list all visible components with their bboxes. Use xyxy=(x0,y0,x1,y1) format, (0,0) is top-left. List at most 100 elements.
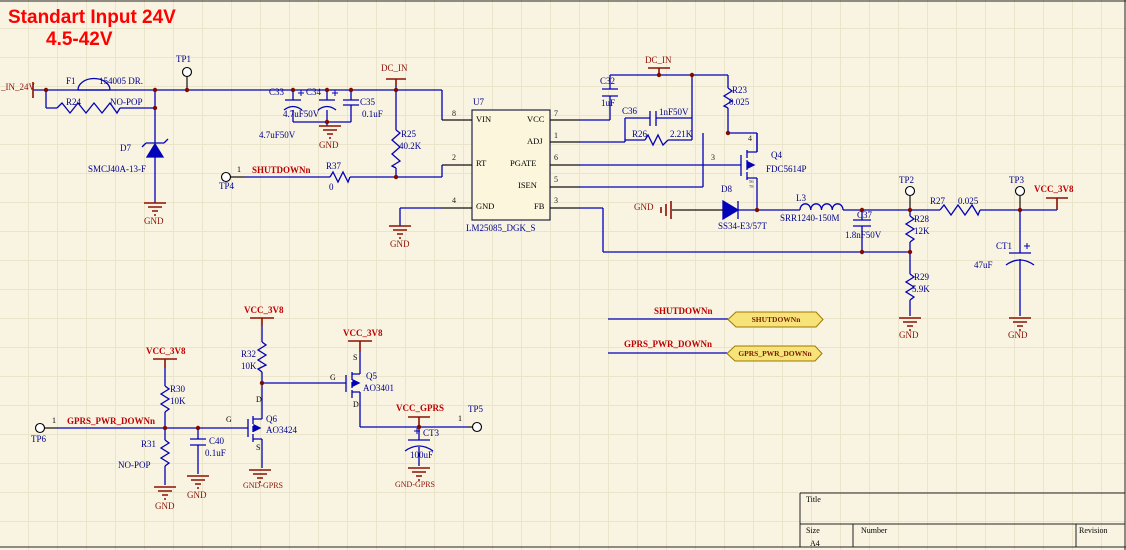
tp2-label[interactable]: TP2 xyxy=(899,176,914,185)
r32-value[interactable]: 10K xyxy=(241,362,257,371)
c34-value[interactable]: 4.7uF50V xyxy=(283,110,319,119)
d8-ref[interactable]: D8 xyxy=(721,185,732,194)
gnd-gprs-ct3-label[interactable]: GND-GPRS xyxy=(395,481,435,489)
d7-ref[interactable]: D7 xyxy=(120,144,131,153)
shutdown-net-label-1[interactable]: SHUTDOWNn xyxy=(252,166,311,175)
q4-gate-pin-number: 3 xyxy=(711,153,715,162)
r25-ref[interactable]: R25 xyxy=(401,130,416,139)
c34-ref[interactable]: C34 xyxy=(306,88,321,97)
gnd-gprs-q6-label[interactable]: GND-GPRS xyxy=(243,482,283,490)
u7-ref[interactable]: U7 xyxy=(473,98,484,107)
input-net-label[interactable]: _IN_24V xyxy=(1,83,35,92)
schematic-sheet[interactable]: Standart Input 24V 4.5-42V _IN_24V F1 15… xyxy=(0,0,1126,550)
q6-part[interactable]: AO3424 xyxy=(266,426,297,435)
gnd-c40-label[interactable]: GND xyxy=(187,491,207,500)
u7-part[interactable]: LM25085_DGK_S xyxy=(466,224,536,233)
r28-value[interactable]: 12K xyxy=(914,227,930,236)
r32-ref[interactable]: R32 xyxy=(241,350,256,359)
gnd-ct1-symbol xyxy=(1009,317,1031,331)
r28-ref[interactable]: R28 xyxy=(914,215,929,224)
vcc3v8-r32-label[interactable]: VCC_3V8 xyxy=(244,306,284,315)
d7-value[interactable]: SMCJ40A-13-F xyxy=(88,165,146,174)
gnd-r31-label[interactable]: GND xyxy=(155,502,175,511)
r29-ref[interactable]: R29 xyxy=(914,273,929,282)
q5-part[interactable]: AO3401 xyxy=(363,384,394,393)
c36-ref[interactable]: C36 xyxy=(622,107,637,116)
q4-part[interactable]: FDC5614P xyxy=(766,165,807,174)
c37-value[interactable]: 1.8nF50V xyxy=(845,231,881,240)
c35-ref[interactable]: C35 xyxy=(360,98,375,107)
gnd-caps-label[interactable]: GND xyxy=(319,141,339,150)
tp5-label[interactable]: TP5 xyxy=(468,405,483,414)
q6-ref[interactable]: Q6 xyxy=(266,415,277,424)
r27-value[interactable]: 0.025 xyxy=(958,197,978,206)
r26-ref[interactable]: R26 xyxy=(632,130,647,139)
cap-c32-symbol xyxy=(602,88,618,97)
ct1-value[interactable]: 47uF xyxy=(974,261,993,270)
r31-value[interactable]: NO-POP xyxy=(118,461,151,470)
d8-value[interactable]: SS34-E3/57T xyxy=(718,222,767,231)
r29-value[interactable]: 5.9K xyxy=(912,285,930,294)
dcin1-label[interactable]: DC_IN xyxy=(381,64,408,73)
l3-value[interactable]: SRR1240-150M xyxy=(780,214,840,223)
vcc3v8-out-label[interactable]: VCC_3V8 xyxy=(1034,185,1074,194)
r23-ref[interactable]: R23 xyxy=(732,86,747,95)
c37-ref[interactable]: C37 xyxy=(857,211,872,220)
tp4-label[interactable]: TP4 xyxy=(219,182,234,191)
l3-ref[interactable]: L3 xyxy=(796,194,806,203)
shutdown-net-label-2[interactable]: SHUTDOWNn xyxy=(654,307,713,316)
vcc-gprs-label[interactable]: VCC_GPRS xyxy=(396,404,444,413)
vcc3v8-q5-label[interactable]: VCC_3V8 xyxy=(343,329,383,338)
gprs-net-label-2[interactable]: GPRS_PWR_DOWNn xyxy=(67,417,155,426)
c32-ref[interactable]: C32 xyxy=(600,77,615,86)
gnd-ct1-label[interactable]: GND xyxy=(1008,331,1028,340)
gnd-r29-label[interactable]: GND xyxy=(899,331,919,340)
r24-value[interactable]: NO-POP xyxy=(110,98,143,107)
vcc3v8-r30-label[interactable]: VCC_3V8 xyxy=(146,347,186,356)
r24-ref[interactable]: R24 xyxy=(66,98,81,107)
r30-ref[interactable]: R30 xyxy=(170,385,185,394)
resistor-r27-symbol xyxy=(939,203,981,217)
tp6-label[interactable]: TP6 xyxy=(31,435,46,444)
resistor-r37-symbol xyxy=(329,170,351,184)
r25-value[interactable]: 40.2K xyxy=(399,142,421,151)
port-gprs-label[interactable]: GPRS_PWR_DOWNn xyxy=(727,350,823,358)
tp5-pin-number: 1 xyxy=(458,414,462,423)
port-shutdown-label[interactable]: SHUTDOWNn xyxy=(728,316,824,324)
u7-pinnum-8: 8 xyxy=(452,109,456,118)
gprs-net-label-1[interactable]: GPRS_PWR_DOWNn xyxy=(624,340,712,349)
r26-value[interactable]: 2.21K xyxy=(670,130,692,139)
gnd-d7-label[interactable]: GND xyxy=(144,217,164,226)
dcin2-label[interactable]: DC_IN xyxy=(645,56,672,65)
r31-ref[interactable]: R31 xyxy=(141,440,156,449)
c40-value[interactable]: 0.1uF xyxy=(205,449,226,458)
q4-ref[interactable]: Q4 xyxy=(771,151,782,160)
cap-c37-symbol xyxy=(853,219,871,227)
f1-value[interactable]: 154005 DR. xyxy=(99,77,143,86)
ct3-ref[interactable]: CT3 xyxy=(423,429,439,438)
dcin1-bar-symbol xyxy=(386,78,406,86)
ct1-ref[interactable]: CT1 xyxy=(996,242,1012,251)
ct3-value[interactable]: 100uF xyxy=(410,451,433,460)
tp3-label[interactable]: TP3 xyxy=(1009,176,1024,185)
schematic-canvas[interactable] xyxy=(0,0,1126,550)
r37-ref[interactable]: R37 xyxy=(326,162,341,171)
q5-ref[interactable]: Q5 xyxy=(366,372,377,381)
gnd-d8-label[interactable]: GND xyxy=(634,203,654,212)
c33-value[interactable]: 4.7uF50V xyxy=(259,131,295,140)
u7-pinnum-7: 7 xyxy=(554,109,558,118)
r23-value[interactable]: 0.025 xyxy=(729,98,749,107)
c33-ref[interactable]: C33 xyxy=(269,88,284,97)
gnd-u7-label[interactable]: GND xyxy=(390,240,410,249)
u7-pinnum-6: 6 xyxy=(554,153,558,162)
c35-value[interactable]: 0.1uF xyxy=(362,110,383,119)
f1-ref[interactable]: F1 xyxy=(66,77,76,86)
r30-value[interactable]: 10K xyxy=(170,397,186,406)
c40-ref[interactable]: C40 xyxy=(209,437,224,446)
resistor-r28-symbol xyxy=(904,215,916,243)
c32-value[interactable]: 1uF xyxy=(601,99,615,108)
r37-value[interactable]: 0 xyxy=(329,183,334,192)
c36-value[interactable]: 1nF50V xyxy=(659,108,689,117)
tp1-label[interactable]: TP1 xyxy=(176,55,191,64)
r27-ref[interactable]: R27 xyxy=(930,197,945,206)
